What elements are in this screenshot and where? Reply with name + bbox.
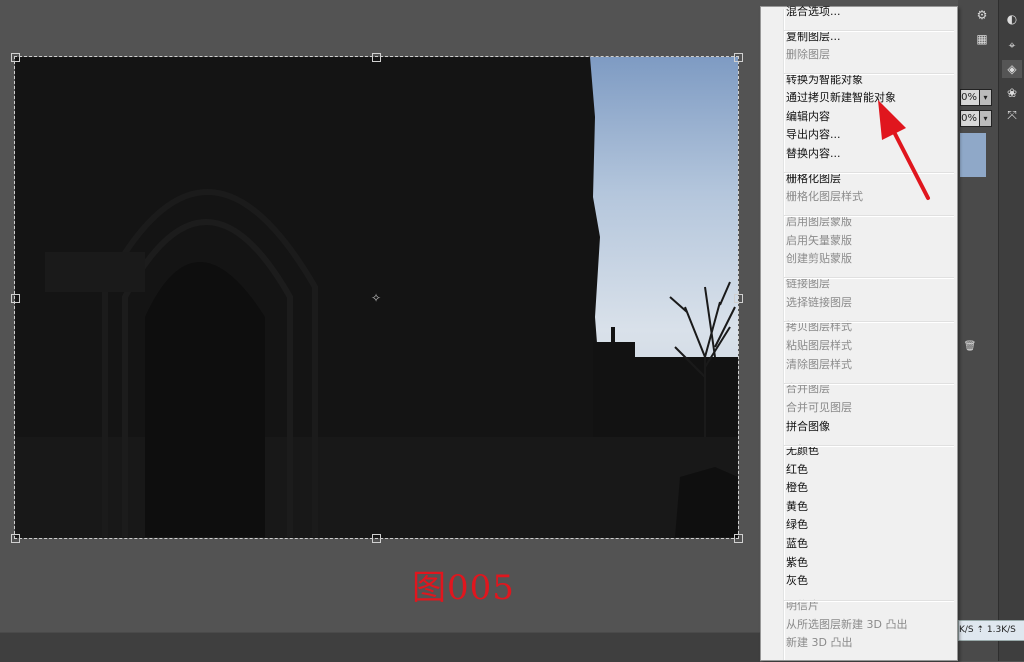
swatches-icon[interactable]: ▦ xyxy=(972,30,992,48)
paths-icon[interactable]: ⌖ xyxy=(1002,36,1022,54)
menu-item[interactable]: 选择链接图层 xyxy=(786,294,954,312)
menu-item[interactable]: 粘贴图层样式 xyxy=(786,337,954,355)
menu-item[interactable]: 橙色 xyxy=(786,479,954,497)
menu-item[interactable]: 拼合图像 xyxy=(786,418,954,436)
menu-separator xyxy=(784,73,954,75)
menu-item[interactable]: 红色 xyxy=(786,461,954,479)
transform-handle[interactable] xyxy=(372,53,381,62)
menu-item[interactable]: 删除图层 xyxy=(786,46,954,64)
chevron-down-icon[interactable]: ▾ xyxy=(979,110,992,127)
transform-handle[interactable] xyxy=(11,53,20,62)
adjustments-icon[interactable]: ◐ xyxy=(1002,10,1022,28)
menu-separator xyxy=(784,600,954,602)
menu-item[interactable]: 从所选图层新建 3D 凸出 xyxy=(786,616,954,634)
menu-separator xyxy=(784,215,954,217)
menu-separator xyxy=(784,383,954,385)
menu-item[interactable]: 紫色 xyxy=(786,554,954,572)
menu-separator xyxy=(784,277,954,279)
trash-icon[interactable]: 🗑 xyxy=(960,338,980,356)
styles-icon[interactable]: ⚙ xyxy=(972,6,992,24)
network-status: K/S ⇡ 1.3K/S xyxy=(958,620,1024,641)
transform-handle[interactable] xyxy=(372,534,381,543)
menu-item[interactable]: 混合选项... xyxy=(786,3,954,21)
transform-handle[interactable] xyxy=(734,294,743,303)
menu-item[interactable]: 清除图层样式 xyxy=(786,356,954,374)
menu-item[interactable]: 启用矢量蒙版 xyxy=(786,232,954,250)
menu-item[interactable]: 合并可见图层 xyxy=(786,399,954,417)
status-strip xyxy=(0,632,760,662)
menu-separator xyxy=(784,321,954,323)
menu-item[interactable]: 灰色 xyxy=(786,572,954,590)
paths-panel-icon[interactable]: ⤧ xyxy=(1002,106,1022,124)
arrow-annotation-icon xyxy=(878,100,930,200)
transform-handle[interactable] xyxy=(734,534,743,543)
chevron-down-icon[interactable]: ▾ xyxy=(979,89,992,106)
fill-field[interactable]: 0% xyxy=(960,110,980,127)
menu-gutter xyxy=(783,9,785,660)
crosshair-icon: ✧ xyxy=(371,291,382,305)
menu-item[interactable]: 黄色 xyxy=(786,498,954,516)
opacity-field[interactable]: 0% xyxy=(960,89,980,106)
layers-icon[interactable]: ◈ xyxy=(1002,60,1022,78)
transform-handle[interactable] xyxy=(11,534,20,543)
transform-handle[interactable] xyxy=(11,294,20,303)
channels-icon[interactable]: ❀ xyxy=(1002,84,1022,102)
menu-item[interactable]: 新建 3D 凸出 xyxy=(786,634,954,652)
menu-separator xyxy=(784,30,954,32)
menu-item[interactable]: 蓝色 xyxy=(786,535,954,553)
menu-separator xyxy=(784,445,954,447)
menu-item[interactable]: 创建剪贴蒙版 xyxy=(786,250,954,268)
layer-thumbnail[interactable] xyxy=(960,133,986,177)
figure-caption: 图005 xyxy=(412,568,515,608)
menu-item[interactable]: 绿色 xyxy=(786,516,954,534)
transform-handle[interactable] xyxy=(734,53,743,62)
